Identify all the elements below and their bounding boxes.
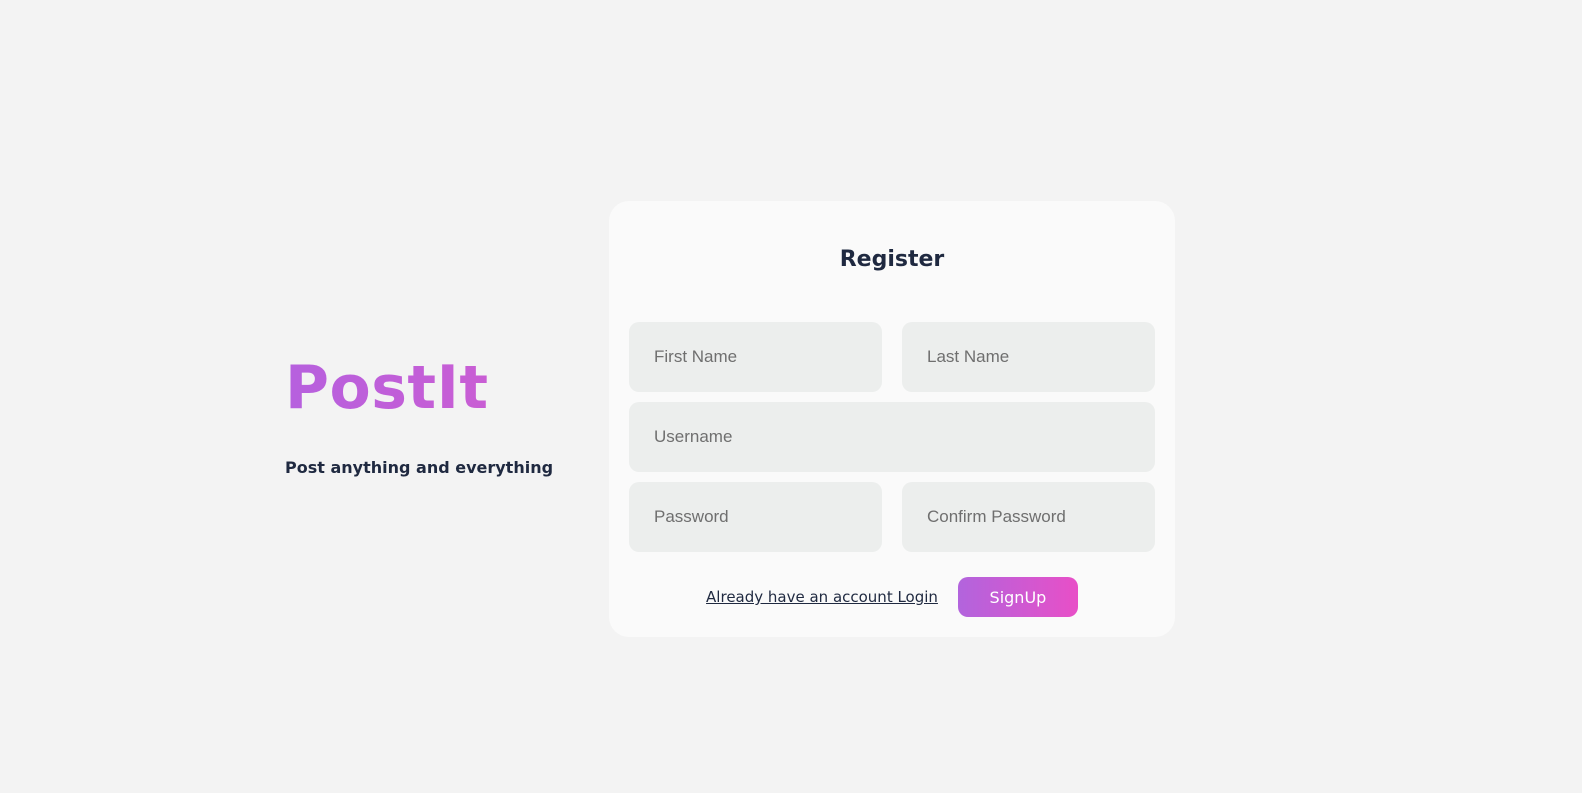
form-actions: Already have an account Login SignUp bbox=[609, 577, 1175, 617]
register-card: Register Already have an account Login S… bbox=[609, 201, 1175, 637]
first-name-field[interactable] bbox=[629, 322, 882, 392]
login-link[interactable]: Already have an account Login bbox=[706, 588, 938, 606]
signup-button[interactable]: SignUp bbox=[957, 577, 1078, 617]
app-logo: PostIt bbox=[285, 352, 585, 424]
confirm-password-field[interactable] bbox=[902, 482, 1155, 552]
last-name-field[interactable] bbox=[902, 322, 1155, 392]
password-field[interactable] bbox=[629, 482, 882, 552]
app-tagline: Post anything and everything bbox=[285, 458, 554, 477]
register-title: Register bbox=[839, 247, 945, 272]
brand-panel: PostIt Post anything and everything bbox=[285, 352, 585, 477]
username-field[interactable] bbox=[629, 402, 1155, 472]
